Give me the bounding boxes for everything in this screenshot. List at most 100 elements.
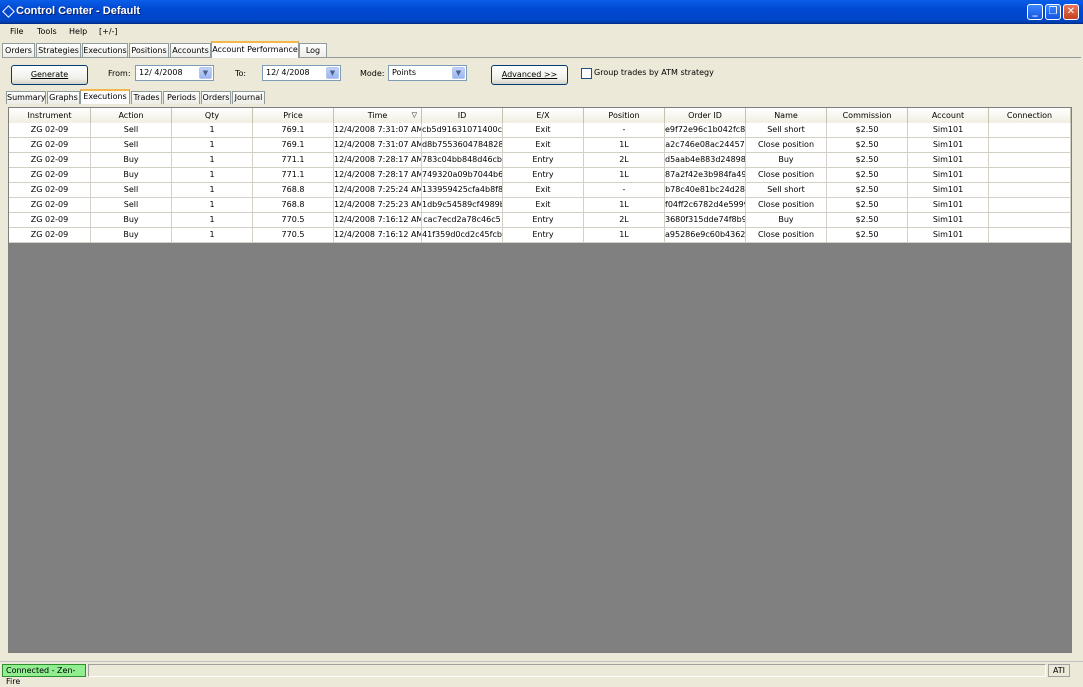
table-row[interactable]: ZG 02-09 Sell 1 769.1 12/4/2008 7:31:07 AM d8…	[9, 138, 1071, 153]
subtab-journal[interactable]: Journal	[232, 91, 265, 104]
cell-connection	[989, 123, 1071, 138]
cell-action: Sell	[91, 123, 172, 138]
cell-qty: 1	[172, 198, 253, 213]
column-header-commission[interactable]: Commission	[827, 108, 908, 123]
chevron-down-icon[interactable]: ▼	[452, 67, 465, 79]
subtab-executions[interactable]: Executions	[80, 89, 130, 104]
cell-time: 12/4/2008 7:31:07 AM	[334, 138, 422, 153]
from-date-picker[interactable]: 12/ 4/2008 ▼	[135, 65, 214, 81]
column-header-label: Position	[608, 111, 640, 120]
cell-commission: $2.50	[827, 138, 908, 153]
mode-label: Mode:	[360, 69, 385, 78]
chevron-down-icon[interactable]: ▼	[199, 67, 212, 79]
menu-tools[interactable]: Tools	[37, 27, 57, 36]
cell-commission: $2.50	[827, 153, 908, 168]
tab-executions[interactable]: Executions	[82, 43, 128, 58]
cell-instrument: ZG 02-09	[9, 183, 91, 198]
cell-position: 1L	[584, 228, 665, 243]
column-header-account[interactable]: Account	[908, 108, 989, 123]
group-trades-label: Group trades by ATM strategy	[594, 68, 714, 77]
tab-accounts[interactable]: Accounts	[170, 43, 211, 58]
grid-header: Instrument Action Qty Price Time ▽ ID E/X…	[9, 108, 1071, 123]
table-row[interactable]: ZG 02-09 Sell 1 769.1 12/4/2008 7:31:07 AM cb…	[9, 123, 1071, 138]
cell-account: Sim101	[908, 138, 989, 153]
column-header-position[interactable]: Position	[584, 108, 665, 123]
cell-position: -	[584, 183, 665, 198]
cell-qty: 1	[172, 213, 253, 228]
subtab-periods[interactable]: Periods	[163, 91, 200, 104]
column-header-label: Instrument	[27, 111, 72, 120]
close-button[interactable]: ✕	[1063, 4, 1079, 20]
table-row[interactable]: ZG 02-09 Sell 1 768.8 12/4/2008 7:25:23 AM 1d…	[9, 198, 1071, 213]
cell-ex: Exit	[503, 183, 584, 198]
mode-select[interactable]: Points ▼	[388, 65, 467, 81]
cell-commission: $2.50	[827, 123, 908, 138]
cell-commission: $2.50	[827, 168, 908, 183]
subtab-trades[interactable]: Trades	[131, 91, 162, 104]
cell-position: 1L	[584, 168, 665, 183]
cell-price: 770.5	[253, 228, 334, 243]
tab-orders[interactable]: Orders	[2, 43, 35, 58]
column-header-label: ID	[457, 111, 467, 120]
tab-log[interactable]: Log	[299, 43, 327, 58]
menu-expand[interactable]: [+/-]	[99, 27, 118, 36]
cell-action: Sell	[91, 198, 172, 213]
cell-account: Sim101	[908, 228, 989, 243]
cell-order-id: d5aab4e883d24898	[665, 153, 746, 168]
subtab-graphs[interactable]: Graphs	[47, 91, 80, 104]
to-date-picker[interactable]: 12/ 4/2008 ▼	[262, 65, 341, 81]
cell-order-id: f04ff2c6782d4e5999	[665, 198, 746, 213]
table-row[interactable]: ZG 02-09 Buy 1 771.1 12/4/2008 7:28:17 AM 783…	[9, 153, 1071, 168]
title-bar[interactable]: Control Center - Default _ ❐ ✕	[0, 0, 1083, 24]
table-row[interactable]: ZG 02-09 Buy 1 770.5 12/4/2008 7:16:12 AM cac…	[9, 213, 1071, 228]
column-header-connection[interactable]: Connection	[989, 108, 1071, 123]
cell-price: 769.1	[253, 138, 334, 153]
cell-position: -	[584, 123, 665, 138]
column-header-action[interactable]: Action	[91, 108, 172, 123]
cell-account: Sim101	[908, 168, 989, 183]
cell-order-id: b78c40e81bc24d28	[665, 183, 746, 198]
tab-strategies[interactable]: Strategies	[36, 43, 81, 58]
subtab-orders[interactable]: Orders	[201, 91, 231, 104]
cell-price: 768.8	[253, 198, 334, 213]
column-header-time[interactable]: Time ▽	[334, 108, 422, 123]
cell-name: Sell short	[746, 123, 827, 138]
column-header-price[interactable]: Price	[253, 108, 334, 123]
column-header-id[interactable]: ID	[422, 108, 503, 123]
maximize-button[interactable]: ❐	[1045, 4, 1061, 20]
cell-position: 2L	[584, 153, 665, 168]
cell-qty: 1	[172, 153, 253, 168]
to-date-value: 12/ 4/2008	[266, 68, 310, 77]
column-header-name[interactable]: Name	[746, 108, 827, 123]
cell-price: 770.5	[253, 213, 334, 228]
menu-help[interactable]: Help	[69, 27, 87, 36]
advanced-button[interactable]: Advanced >>	[491, 65, 568, 85]
table-row[interactable]: ZG 02-09 Sell 1 768.8 12/4/2008 7:25:24 AM 13…	[9, 183, 1071, 198]
tab-account-performance[interactable]: Account Performance	[211, 41, 299, 58]
cell-order-id: a2c746e08ac24457	[665, 138, 746, 153]
generate-button[interactable]: Generate	[11, 65, 88, 85]
cell-ex: Entry	[503, 168, 584, 183]
table-row[interactable]: ZG 02-09 Buy 1 770.5 12/4/2008 7:16:12 AM 41f…	[9, 228, 1071, 243]
sort-descending-icon: ▽	[411, 111, 417, 119]
column-header-order-id[interactable]: Order ID	[665, 108, 746, 123]
subtab-summary[interactable]: Summary	[6, 91, 46, 104]
minimize-button[interactable]: _	[1027, 4, 1043, 20]
column-header-ex[interactable]: E/X	[503, 108, 584, 123]
column-header-instrument[interactable]: Instrument	[9, 108, 91, 123]
executions-grid[interactable]: Instrument Action Qty Price Time ▽ ID E/X…	[8, 107, 1072, 653]
cell-price: 771.1	[253, 168, 334, 183]
to-label: To:	[235, 69, 247, 78]
menu-file[interactable]: File	[10, 27, 23, 36]
cell-ex: Entry	[503, 213, 584, 228]
status-bar: Connected - Zen-Fire ATI	[0, 661, 1083, 686]
tab-positions[interactable]: Positions	[129, 43, 169, 58]
chevron-down-icon[interactable]: ▼	[326, 67, 339, 79]
cell-commission: $2.50	[827, 183, 908, 198]
cell-connection	[989, 168, 1071, 183]
table-row[interactable]: ZG 02-09 Buy 1 771.1 12/4/2008 7:28:17 AM 749…	[9, 168, 1071, 183]
column-header-qty[interactable]: Qty	[172, 108, 253, 123]
cell-name: Buy	[746, 153, 827, 168]
group-trades-checkbox[interactable]	[581, 68, 592, 79]
cell-id: 133959425cfa4b8f8	[422, 183, 503, 198]
